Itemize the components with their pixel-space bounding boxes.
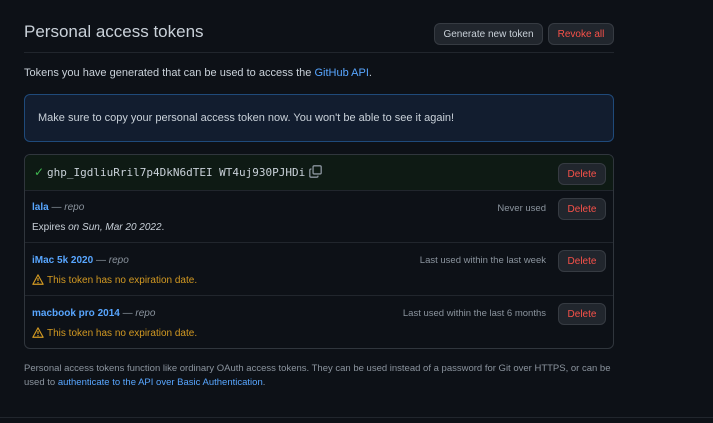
token-scope: repo: [108, 255, 129, 266]
page-title: Personal access tokens: [24, 22, 204, 41]
token-last-used: Last used within the last week: [419, 255, 546, 266]
expiration-date: on Sun, Mar 20 2022: [68, 222, 162, 233]
alert-icon: [32, 327, 44, 338]
token-name: iMac 5k 2020 — repo: [32, 255, 129, 266]
token-row-macbook: macbook pro 2014 — repo Last used within…: [25, 296, 613, 348]
alert-icon: [32, 274, 44, 285]
token-expiration: Expires on Sun, Mar 20 2022.: [32, 222, 164, 233]
page-header: Personal access tokens Generate new toke…: [24, 18, 614, 53]
token-scope: repo: [135, 308, 156, 319]
delete-new-token-button[interactable]: Delete: [558, 163, 606, 185]
intro-text: Tokens you have generated that can be us…: [24, 67, 372, 79]
expiration-prefix: Expires: [32, 222, 69, 233]
no-expiration-warning: This token has no expiration date.: [32, 327, 197, 339]
divider: [0, 417, 713, 418]
delete-token-button[interactable]: Delete: [558, 198, 606, 220]
intro-text-body: Tokens you have generated that can be us…: [24, 67, 315, 79]
token-scope: repo: [64, 202, 85, 213]
token-name: macbook pro 2014 — repo: [32, 308, 155, 319]
token-name-link[interactable]: iMac 5k 2020: [32, 255, 93, 266]
token-list: ✓ ghp_IgdliuRril7p4DkN6dTEI WT4uj930PJHD…: [24, 154, 614, 349]
warning-text: This token has no expiration date.: [47, 275, 198, 286]
github-api-link[interactable]: GitHub API: [314, 67, 368, 79]
token-separator: —: [51, 202, 62, 213]
new-token-row: ✓ ghp_IgdliuRril7p4DkN6dTEI WT4uj930PJHD…: [25, 155, 613, 191]
token-row-imac: iMac 5k 2020 — repo Last used within the…: [25, 243, 613, 296]
footer-suffix: .: [262, 377, 266, 388]
copy-token-notice: Make sure to copy your personal access t…: [24, 94, 614, 142]
delete-token-button[interactable]: Delete: [558, 250, 606, 272]
delete-token-button[interactable]: Delete: [558, 303, 606, 325]
personal-access-tokens-page: Personal access tokens Generate new toke…: [0, 0, 713, 423]
token-name-link[interactable]: lala: [32, 202, 49, 213]
basic-auth-link[interactable]: authenticate to the API over Basic Authe…: [58, 377, 263, 388]
token-row-lala: lala — repo Never used Delete Expires on…: [25, 191, 613, 243]
revoke-all-button[interactable]: Revoke all: [548, 23, 614, 45]
warning-text: This token has no expiration date.: [47, 328, 198, 339]
intro-text-suffix: .: [368, 67, 372, 79]
token-last-used: Never used: [497, 203, 546, 214]
token-name: lala — repo: [32, 202, 84, 213]
token-separator: —: [122, 308, 133, 319]
token-name-link[interactable]: macbook pro 2014: [32, 308, 120, 319]
new-token-value[interactable]: ghp_IgdliuRril7p4DkN6dTEI WT4uj930PJHDi: [47, 166, 305, 179]
generate-new-token-button[interactable]: Generate new token: [434, 23, 543, 45]
footer-note: Personal access tokens function like ord…: [24, 362, 619, 390]
check-icon: ✓: [34, 165, 45, 179]
copy-icon[interactable]: [309, 165, 322, 178]
no-expiration-warning: This token has no expiration date.: [32, 274, 197, 286]
token-separator: —: [95, 255, 106, 266]
expiration-suffix: .: [161, 222, 165, 233]
token-last-used: Last used within the last 6 months: [402, 308, 546, 319]
